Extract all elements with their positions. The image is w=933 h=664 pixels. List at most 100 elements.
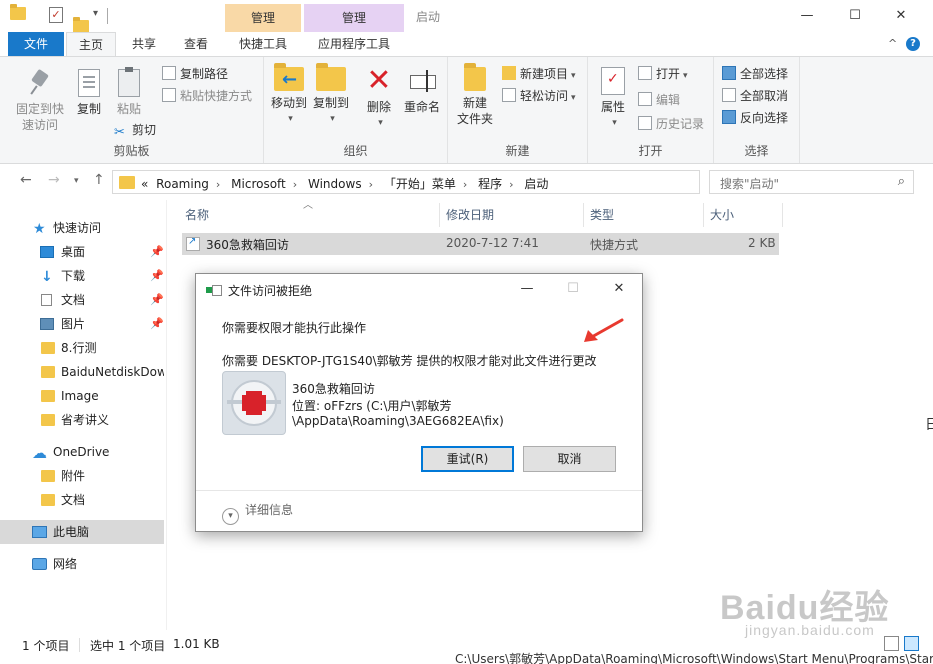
nav-onedrive[interactable]: ☁ OneDrive <box>0 440 164 464</box>
minimize-button[interactable]: — <box>784 0 830 32</box>
chevron-down-icon: ▾ <box>222 508 239 525</box>
window-title: 启动 <box>416 10 441 24</box>
copy-button[interactable]: 复制 <box>72 69 106 117</box>
table-row[interactable]: 360急救箱回访 2020-7-12 7:41 快捷方式 2 KB <box>182 233 779 255</box>
nav-onedrive-documents[interactable]: 文档 <box>0 488 164 512</box>
move-to-button[interactable]: ← 移动到 ▾ <box>268 63 310 127</box>
nav-folder-baidu[interactable]: BaiduNetdiskDow <box>0 360 164 384</box>
cancel-button[interactable]: 取消 <box>523 446 616 472</box>
properties-quick-icon[interactable]: ✓ <box>49 7 63 23</box>
delete-dropdown-icon: ▾ <box>378 118 383 128</box>
details-view-icon[interactable] <box>884 636 899 651</box>
nav-desktop[interactable]: 桌面 📌 <box>0 240 164 264</box>
nav-folder-image[interactable]: Image <box>0 384 164 408</box>
nav-documents[interactable]: 文档 📌 <box>0 288 164 312</box>
breadcrumb-separator-icon[interactable]: › <box>463 178 467 191</box>
pin-quick-access-button[interactable]: 固定到快 速访问 <box>14 69 66 133</box>
edit-button[interactable]: 编辑 <box>638 91 680 109</box>
cut-button[interactable]: ✂ 剪切 <box>114 121 156 140</box>
paste-shortcut-button[interactable]: 粘贴快捷方式 <box>162 87 252 105</box>
nav-quick-access[interactable]: ★ 快速访问 <box>0 216 164 240</box>
breadcrumb-programs[interactable]: 程序 <box>478 177 502 191</box>
pane-splitter[interactable] <box>166 200 167 630</box>
select-all-button[interactable]: 全部选择 <box>722 65 788 83</box>
nav-pictures[interactable]: 图片 📌 <box>0 312 164 336</box>
close-button[interactable]: ✕ <box>878 0 924 32</box>
nav-onedrive-attachments[interactable]: 附件 <box>0 464 164 488</box>
nav-this-pc[interactable]: 此电脑 <box>0 520 164 544</box>
copy-path-button[interactable]: 复制路径 <box>162 65 228 83</box>
maximize-button[interactable]: ☐ <box>832 0 878 32</box>
address-bar[interactable]: « Roaming › Microsoft › Windows › 「开始」菜单 › 程… <box>112 170 807 194</box>
search-box[interactable]: 搜索"启动" ⌕ <box>709 170 914 194</box>
easy-access-button[interactable]: 轻松访问 ▾ <box>502 87 576 107</box>
delete-button[interactable]: ✕ 删除 ▾ <box>362 66 396 131</box>
breadcrumb-separator-icon[interactable]: › <box>293 178 297 191</box>
group-select: 全部选择 全部取消 反向选择 选择 <box>714 57 800 163</box>
folder-icon <box>41 414 55 426</box>
copy-to-icon <box>316 63 346 91</box>
column-divider[interactable] <box>583 203 584 227</box>
copy-to-dropdown-icon: ▾ <box>330 114 335 124</box>
document-icon <box>41 294 52 306</box>
column-header-size[interactable]: 大小 <box>710 203 734 227</box>
select-none-button[interactable]: 全部取消 <box>722 87 788 105</box>
column-header-name[interactable]: 名称 <box>185 203 209 227</box>
history-label: 历史记录 <box>656 117 705 131</box>
breadcrumb-separator-icon[interactable]: › <box>216 178 220 191</box>
rename-label: 重命名 <box>403 100 440 114</box>
tab-file[interactable]: 文件 <box>8 32 64 56</box>
search-placeholder: 搜索"启动" <box>720 177 780 191</box>
properties-button[interactable]: 属性 ▾ <box>596 67 630 131</box>
file-type: 快捷方式 <box>590 238 639 252</box>
dialog-minimize-button[interactable]: — <box>510 278 544 300</box>
copy-to-button[interactable]: 复制到 ▾ <box>310 63 352 127</box>
details-expander[interactable]: ▾ 详细信息 <box>222 501 293 525</box>
invert-selection-button[interactable]: 反向选择 <box>722 109 788 127</box>
column-header-type[interactable]: 类型 <box>590 203 614 227</box>
breadcrumb-overflow[interactable]: « <box>141 177 148 191</box>
forward-arrow-icon[interactable]: → <box>48 172 60 188</box>
breadcrumb-startup[interactable]: 启动 <box>524 177 548 191</box>
breadcrumb-separator-icon[interactable]: › <box>509 178 513 191</box>
rename-button[interactable]: 重命名 <box>400 67 444 115</box>
folder-icon <box>41 494 55 506</box>
column-divider[interactable] <box>703 203 704 227</box>
recent-locations-icon[interactable]: ▾ <box>74 176 79 186</box>
breadcrumb-windows[interactable]: Windows <box>308 177 362 191</box>
dialog-close-button[interactable]: ✕ <box>602 278 636 300</box>
new-folder-button[interactable]: 新建 文件夹 <box>454 63 496 127</box>
properties-dropdown-icon: ▾ <box>612 118 617 128</box>
nav-network[interactable]: 网络 <box>0 552 164 576</box>
dialog-maximize-button[interactable]: ☐ <box>556 278 590 300</box>
customize-quick-access-icon[interactable]: ▾ <box>93 8 98 19</box>
nav-downloads[interactable]: ↓ 下载 📌 <box>0 264 164 288</box>
retry-button[interactable]: 重试(R) <box>421 446 514 472</box>
tab-view[interactable]: 查看 <box>172 32 220 56</box>
help-icon[interactable]: ? <box>906 37 920 51</box>
network-icon <box>32 558 47 570</box>
status-divider <box>79 638 80 652</box>
open-button[interactable]: 打开 ▾ <box>638 65 688 85</box>
large-icons-view-icon[interactable] <box>904 636 919 651</box>
history-button[interactable]: 历史记录 <box>638 115 704 133</box>
breadcrumb-separator-icon[interactable]: › <box>369 178 373 191</box>
breadcrumb-start-menu[interactable]: 「开始」菜单 <box>384 177 456 191</box>
breadcrumb-roaming[interactable]: Roaming <box>156 177 209 191</box>
up-arrow-icon[interactable]: ↑ <box>93 172 105 188</box>
column-divider[interactable] <box>439 203 440 227</box>
tab-shortcut-tools[interactable]: 快捷工具 <box>228 32 298 56</box>
paste-button[interactable]: 粘贴 <box>112 67 146 117</box>
select-none-icon <box>722 88 736 102</box>
tab-home[interactable]: 主页 <box>66 32 116 57</box>
nav-folder-8[interactable]: 8.行测 <box>0 336 164 360</box>
back-arrow-icon[interactable]: ← <box>20 172 32 188</box>
column-header-modified[interactable]: 修改日期 <box>446 203 494 227</box>
nav-folder-notes[interactable]: 省考讲义 <box>0 408 164 432</box>
column-divider[interactable] <box>782 203 783 227</box>
new-item-button[interactable]: 新建项目 ▾ <box>502 65 576 85</box>
breadcrumb-microsoft[interactable]: Microsoft <box>231 177 286 191</box>
collapse-ribbon-icon[interactable]: ^ <box>888 37 897 50</box>
tab-app-tools[interactable]: 应用程序工具 <box>306 32 402 56</box>
tab-share[interactable]: 共享 <box>120 32 168 56</box>
